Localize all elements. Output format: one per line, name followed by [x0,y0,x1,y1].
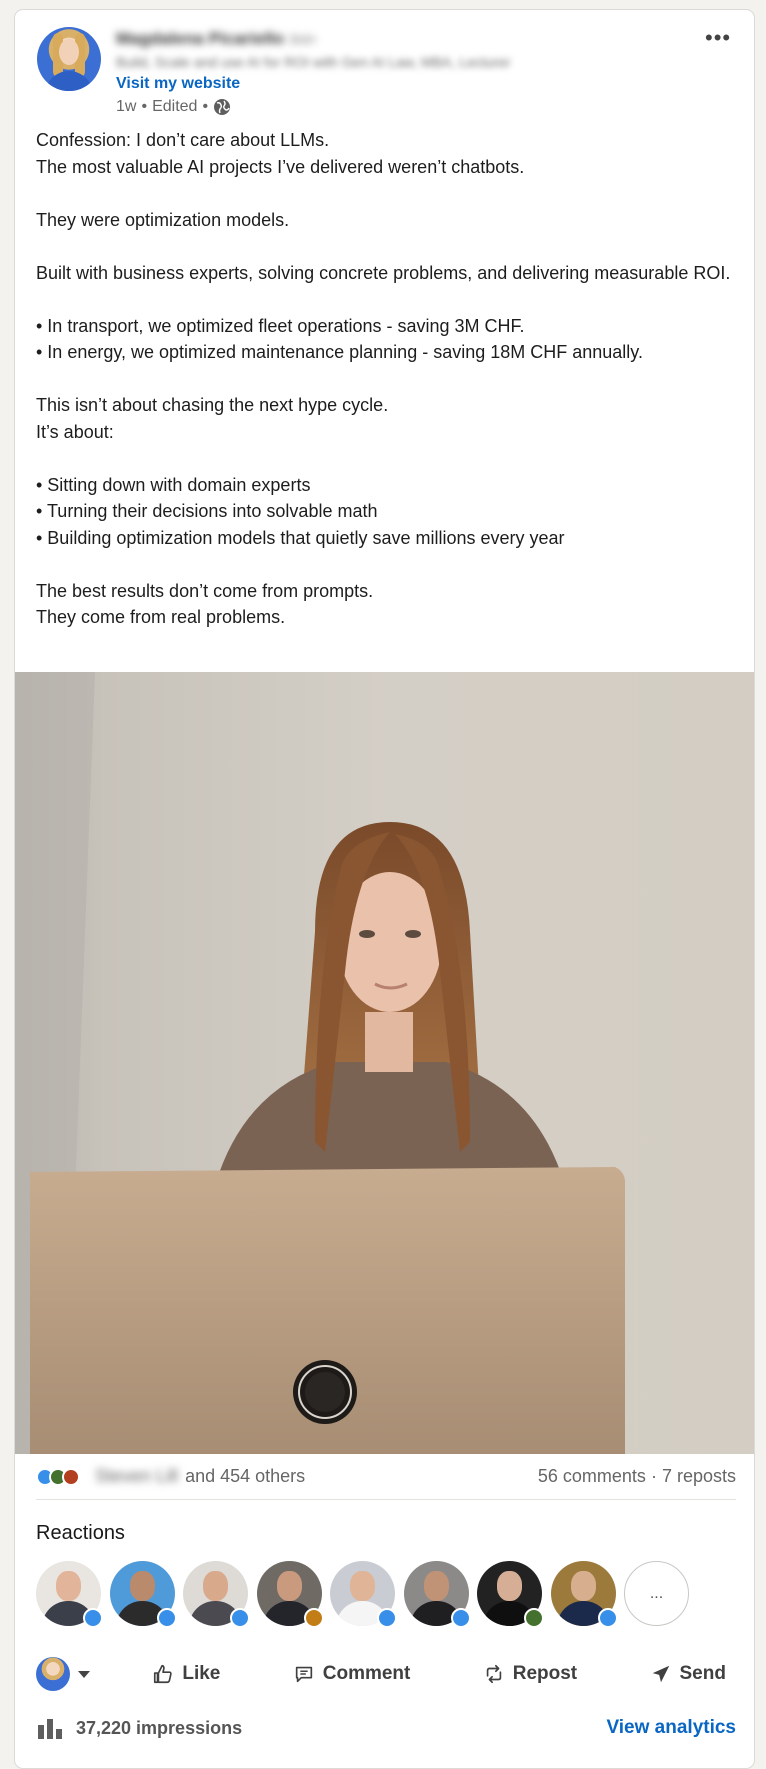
thumbs-up-icon [154,1664,173,1684]
post-line: It’s about: [36,421,114,442]
impressions-row: 37,220 impressions View analytics [36,1712,736,1744]
like-button[interactable]: Like [142,1655,230,1693]
post-line [36,286,736,313]
reaction-others-count[interactable]: and 454 others [185,1466,305,1487]
reactors-list: ... [36,1561,689,1628]
reactor-avatar[interactable] [330,1561,397,1628]
celebrate-badge-icon [524,1608,544,1628]
support-badge-icon [303,1608,324,1628]
post-line: • Sitting down with domain experts [36,474,311,495]
reaction-summary-icons[interactable] [36,1467,80,1486]
post-line: They come from real problems. [36,607,286,627]
post-line [36,366,736,393]
like-badge-icon [597,1608,618,1628]
support-reaction-icon [62,1467,80,1486]
post-line [36,233,736,260]
comments-reposts-count[interactable]: 56 comments · 7 reposts [538,1466,736,1487]
reactor-avatar[interactable] [403,1561,471,1628]
comment-icon [295,1666,312,1683]
reactor-avatar[interactable] [550,1561,618,1628]
action-bar: Like Comment Repost Send [36,1650,736,1698]
reactor-name[interactable]: Steven Lill [95,1466,178,1487]
reactor-avatar[interactable] [477,1561,544,1628]
bar-chart-icon [38,1719,62,1739]
post-line: They were optimization models. [36,209,290,230]
like-badge-icon [450,1608,471,1628]
visit-website-link[interactable]: Visit my website [116,75,240,93]
post-line: • Building optimization models that quie… [36,527,565,548]
reactions-heading: Reactions [36,1522,125,1544]
post-line: The best results don’t come from prompts… [36,580,374,601]
post-line [36,551,736,578]
post-line: • In transport, we optimized fleet opera… [36,315,525,336]
send-icon [652,1665,669,1683]
send-button[interactable]: Send [640,1655,736,1693]
post-line: The most valuable AI projects I’ve deliv… [36,156,525,177]
like-badge-icon [230,1608,250,1628]
post-line: This isn’t about chasing the next hype c… [36,395,389,415]
more-reactors-button[interactable]: ... [624,1561,689,1626]
post-line [36,445,736,472]
reactor-avatar[interactable] [183,1561,250,1628]
post-line: Built with business experts, solving con… [36,262,731,283]
actor-avatar [36,1657,70,1691]
social-counts: Steven Lill and 454 others 56 comments ·… [36,1454,736,1500]
more-options-icon[interactable]: ••• [705,25,731,51]
post-timestamp: 1w • Edited • [116,98,231,116]
author-avatar[interactable] [37,27,101,91]
globe-icon [214,99,231,115]
like-badge-icon [377,1608,397,1628]
post-line: • Turning their decisions into solvable … [36,501,378,521]
author-headline: Build, Scale and use AI for ROI with Gen… [116,54,511,70]
repost-button[interactable]: Repost [473,1655,587,1693]
post-line: Confession: I don’t care about LLMs. [36,130,330,150]
post-body: Confession: I don’t care about LLMs. The … [36,127,736,631]
like-badge-icon [156,1608,177,1628]
impressions-count: 37,220 impressions [76,1717,243,1738]
reactor-avatar[interactable] [36,1561,103,1628]
actor-selector[interactable] [36,1657,90,1691]
post-image[interactable] [15,672,754,1454]
reactor-avatar[interactable] [109,1561,177,1628]
post-card: Magdalena Picariello 3rd+ Build, Scale a… [14,9,755,1769]
view-analytics-link[interactable]: View analytics [606,1717,736,1739]
reactor-avatar[interactable] [256,1561,324,1628]
like-badge-icon [83,1608,103,1628]
caret-down-icon [78,1670,90,1678]
post-line: • In energy, we optimized maintenance pl… [36,342,643,362]
repost-icon [486,1664,501,1684]
post-line [36,180,736,207]
comment-button[interactable]: Comment [283,1655,421,1693]
author-name[interactable]: Magdalena Picariello 3rd+ [116,29,317,49]
